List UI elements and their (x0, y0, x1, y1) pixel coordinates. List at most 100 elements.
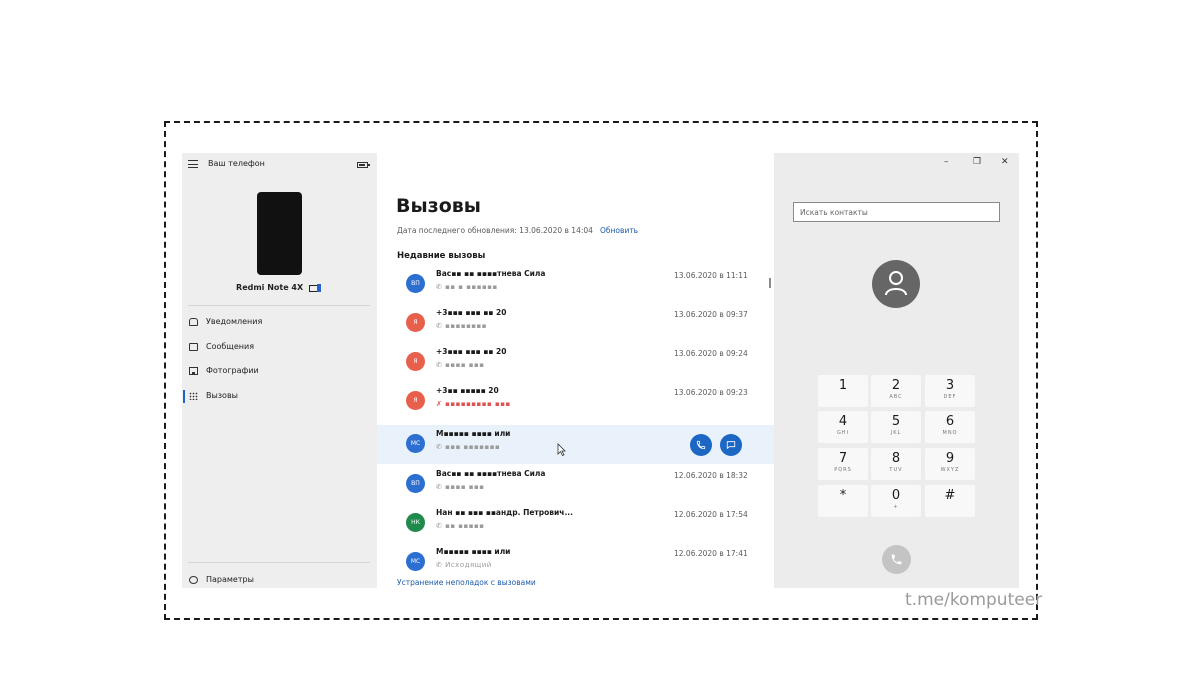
sidebar-item-label: Фотографии (206, 366, 259, 375)
device-name: Redmi Note 4X (236, 283, 304, 292)
call-contact-name: М▪▪▪▪▪ ▪▪▪▪ или (436, 547, 511, 556)
call-list-item[interactable]: МС М▪▪▪▪▪ ▪▪▪▪ или ✆ ▪▪▪ ▪▪▪▪▪▪▪ (377, 425, 774, 464)
sidebar-item-label: Сообщения (206, 342, 255, 351)
sidebar-item-calls[interactable]: Вызовы (182, 387, 377, 407)
dial-key[interactable]: 8 TUV (871, 448, 921, 480)
call-type: ✆ ▪▪▪▪ ▪▪▪ (436, 483, 485, 491)
troubleshoot-link[interactable]: Устранение неполадок с вызовами (397, 578, 536, 587)
last-update-text: Дата последнего обновления: 13.06.2020 в… (397, 226, 593, 235)
contact-avatar: МС (406, 552, 425, 571)
call-contact-name: Вас▪▪ ▪▪ ▪▪▪▪тнева Сила (436, 469, 546, 478)
call-contact-name: +3▪▪ ▪▪▪▪▪ 20 (436, 386, 499, 395)
dial-key[interactable]: 3 DEF (925, 375, 975, 407)
call-list-item[interactable]: ВП Вас▪▪ ▪▪ ▪▪▪▪тнева Сила ✆ ▪▪ ▪ ▪▪▪▪▪▪ 13… (377, 265, 774, 304)
call-type: ✆ ▪▪ ▪ ▪▪▪▪▪▪ (436, 283, 498, 291)
watermark: t.me/komputeer (905, 590, 1043, 610)
call-list-item[interactable]: НК Нан ▪▪ ▪▪▪ ▪▪андр. Петрович... ✆ ▪▪ ▪▪▪… (377, 504, 774, 543)
person-icon (885, 271, 907, 296)
call-list-item[interactable]: Я +3▪▪ ▪▪▪▪▪ 20 ✗ ▪▪▪▪▪▪▪▪▪ ▪▪▪ 13.06.2020 … (377, 382, 774, 421)
phone-icon (891, 554, 902, 565)
call-type: ✆ ▪▪ ▪▪▪▪▪ (436, 522, 485, 530)
call-timestamp: 12.06.2020 в 18:32 (674, 471, 748, 480)
phone-image (257, 192, 302, 275)
contact-avatar: ВП (406, 274, 425, 293)
minimize-button[interactable]: – (944, 157, 949, 167)
calls-panel: Вызовы Дата последнего обновления: 13.06… (377, 153, 774, 588)
call-contact-name: +3▪▪▪ ▪▪▪ ▪▪ 20 (436, 308, 507, 317)
dial-key-digit: 0 (891, 488, 901, 503)
dial-key[interactable]: 6 MNO (925, 411, 975, 443)
contact-avatar: ВП (406, 474, 425, 493)
dialpad-icon (189, 392, 198, 400)
pc-phone-link-icon (308, 283, 323, 292)
your-phone-window: Ваш телефон Redmi Note 4X Уведомления Со… (182, 153, 1019, 588)
contact-avatar: НК (406, 513, 425, 532)
sidebar-item-notifications[interactable]: Уведомления (182, 313, 377, 333)
dial-key-digit: 3 (945, 378, 955, 393)
dial-key-letters: WXYZ (940, 467, 960, 473)
message-icon (189, 343, 198, 351)
call-contact-name: Вас▪▪ ▪▪ ▪▪▪▪тнева Сила (436, 269, 546, 278)
contact-search-input[interactable]: Искать контакты (793, 202, 1000, 222)
call-type: ✗ ▪▪▪▪▪▪▪▪▪ ▪▪▪ (436, 400, 511, 408)
send-message-button[interactable] (720, 434, 742, 456)
dial-key-digit: 1 (838, 378, 848, 393)
dial-key[interactable]: 4 GHI (818, 411, 868, 443)
dial-key-digit: 7 (838, 451, 848, 466)
hamburger-menu-icon[interactable] (188, 160, 198, 168)
dial-key[interactable]: 1 (818, 375, 868, 407)
dial-key-digit: 2 (891, 378, 901, 393)
dial-key[interactable]: * (818, 485, 868, 517)
call-list-item[interactable]: МС М▪▪▪▪▪ ▪▪▪▪ или ✆ Исходящий 12.06.2020 в… (377, 543, 774, 582)
app-title: Ваш телефон (208, 159, 265, 168)
call-timestamp: 13.06.2020 в 09:23 (674, 388, 748, 397)
refresh-link[interactable]: Обновить (600, 226, 638, 235)
dial-key-digit: # (944, 488, 956, 503)
call-timestamp: 13.06.2020 в 09:24 (674, 349, 748, 358)
dial-key[interactable]: # (925, 485, 975, 517)
call-list-item[interactable]: Я +3▪▪▪ ▪▪▪ ▪▪ 20 ✆ ▪▪▪▪ ▪▪▪ 13.06.2020 в 0… (377, 343, 774, 382)
dial-key-digit: 8 (891, 451, 901, 466)
dial-key[interactable]: 2 ABC (871, 375, 921, 407)
dial-key[interactable]: 9 WXYZ (925, 448, 975, 480)
dial-key[interactable]: 7 PQRS (818, 448, 868, 480)
call-contact-name: +3▪▪▪ ▪▪▪ ▪▪ 20 (436, 347, 507, 356)
gear-icon (189, 576, 198, 584)
sidebar-item-photos[interactable]: Фотографии (182, 362, 377, 382)
dial-key-letters: TUV (889, 467, 903, 473)
call-timestamp: 12.06.2020 в 17:41 (674, 549, 748, 558)
call-back-button[interactable] (690, 434, 712, 456)
sidebar-divider (188, 305, 370, 306)
call-type: ✆ ▪▪▪▪ ▪▪▪ (436, 361, 485, 369)
sidebar-header: Ваш телефон (182, 153, 377, 177)
mouse-cursor-icon (557, 441, 566, 460)
call-timestamp: 13.06.2020 в 09:37 (674, 310, 748, 319)
recent-calls-heading: Недавние вызовы (397, 251, 486, 261)
dial-key-digit: 5 (891, 414, 901, 429)
call-button[interactable] (882, 545, 911, 574)
call-list-item[interactable]: Я +3▪▪▪ ▪▪▪ ▪▪ 20 ✆ ▪▪▪▪▪▪▪▪ 13.06.2020 в 0… (377, 304, 774, 343)
contact-avatar (872, 260, 920, 308)
dial-key[interactable]: 5 JKL (871, 411, 921, 443)
dial-key-digit: 4 (838, 414, 848, 429)
sidebar: Ваш телефон Redmi Note 4X Уведомления Со… (182, 153, 377, 588)
sidebar-item-messages[interactable]: Сообщения (182, 338, 377, 358)
dial-key-letters: GHI (836, 430, 850, 436)
dial-key[interactable]: 0 + (871, 485, 921, 517)
dial-key-letters: ABC (889, 394, 903, 400)
sidebar-divider (188, 562, 370, 563)
dial-key-digit: 9 (945, 451, 955, 466)
dialer-panel: – ❐ ✕ Искать контакты 1 2 ABC 3 DEF 4 GHI 5 JKL 6… (774, 153, 1019, 588)
settings-button[interactable]: Параметры (182, 571, 377, 588)
call-list-item[interactable]: ВП Вас▪▪ ▪▪ ▪▪▪▪тнева Сила ✆ ▪▪▪▪ ▪▪▪ 12.06… (377, 465, 774, 504)
photo-icon (189, 367, 198, 375)
sidebar-item-label: Вызовы (206, 391, 238, 400)
dial-key-letters: MNO (942, 430, 958, 436)
settings-label: Параметры (206, 575, 254, 584)
page-title: Вызовы (396, 195, 481, 217)
sidebar-item-label: Уведомления (206, 317, 263, 326)
bell-icon (189, 318, 198, 326)
call-timestamp: 12.06.2020 в 17:54 (674, 510, 748, 519)
maximize-button[interactable]: ❐ (973, 157, 981, 167)
close-button[interactable]: ✕ (1001, 157, 1009, 167)
